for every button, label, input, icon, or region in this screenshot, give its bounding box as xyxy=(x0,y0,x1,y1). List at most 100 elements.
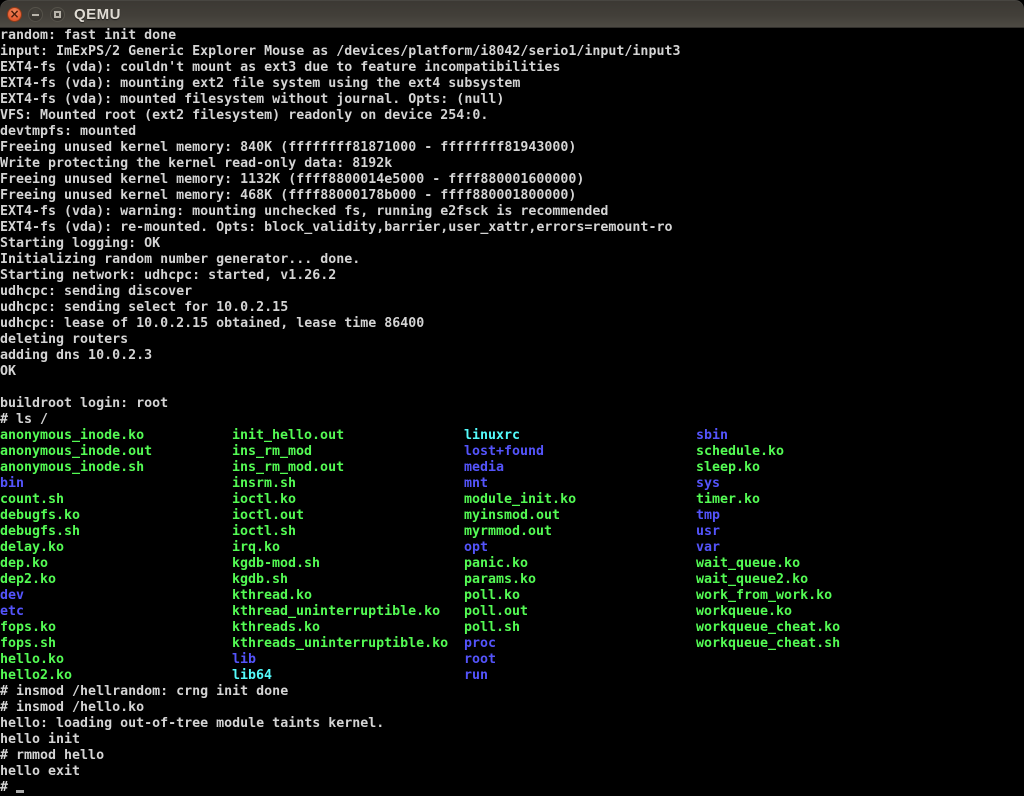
terminal-line: deleting routers xyxy=(0,332,1024,348)
file-entry: usr xyxy=(696,524,928,540)
file-entry: ins_rm_mod xyxy=(232,444,464,460)
file-entry: sys xyxy=(696,476,928,492)
file-entry: init_hello.out xyxy=(232,428,464,444)
terminal-line: delay.koirq.kooptvar xyxy=(0,540,1024,556)
terminal-line: debugfs.koioctl.outmyinsmod.outtmp xyxy=(0,508,1024,524)
file-entry: panic.ko xyxy=(464,556,696,572)
terminal-line: udhcpc: lease of 10.0.2.15 obtained, lea… xyxy=(0,316,1024,332)
terminal-line: etckthread_uninterruptible.kopoll.outwor… xyxy=(0,604,1024,620)
window-title: QEMU xyxy=(74,0,121,28)
close-button[interactable]: × xyxy=(7,7,22,22)
file-entry: wait_queue2.ko xyxy=(696,572,928,588)
terminal-line: Freeing unused kernel memory: 1132K (fff… xyxy=(0,172,1024,188)
terminal-line: # xyxy=(0,780,1024,796)
file-entry: insrm.sh xyxy=(232,476,464,492)
terminal-line: bininsrm.shmntsys xyxy=(0,476,1024,492)
file-entry: linuxrc xyxy=(464,428,696,444)
file-entry: etc xyxy=(0,604,232,620)
file-entry: hello.ko xyxy=(0,652,232,668)
file-entry: myinsmod.out xyxy=(464,508,696,524)
file-entry: tmp xyxy=(696,508,928,524)
terminal-line: Starting logging: OK xyxy=(0,236,1024,252)
file-entry: kthreads_uninterruptible.ko xyxy=(232,636,464,652)
file-entry: anonymous_inode.sh xyxy=(0,460,232,476)
file-entry: debugfs.sh xyxy=(0,524,232,540)
file-entry: lost+found xyxy=(464,444,696,460)
file-entry: media xyxy=(464,460,696,476)
terminal-line: # rmmod hello xyxy=(0,748,1024,764)
minimize-button[interactable] xyxy=(28,7,43,22)
file-entry: timer.ko xyxy=(696,492,928,508)
close-icon: × xyxy=(9,8,19,21)
file-entry: ioctl.ko xyxy=(232,492,464,508)
file-entry: poll.out xyxy=(464,604,696,620)
terminal-line: # insmod /hello.ko xyxy=(0,700,1024,716)
file-entry: kthread_uninterruptible.ko xyxy=(232,604,464,620)
file-entry: var xyxy=(696,540,928,556)
file-entry: mnt xyxy=(464,476,696,492)
file-entry: dev xyxy=(0,588,232,604)
file-entry: fops.sh xyxy=(0,636,232,652)
file-entry: work_from_work.ko xyxy=(696,588,928,604)
terminal-line: debugfs.shioctl.shmyrmmod.outusr xyxy=(0,524,1024,540)
terminal-line: adding dns 10.0.2.3 xyxy=(0,348,1024,364)
file-entry: poll.sh xyxy=(464,620,696,636)
terminal-line: EXT4-fs (vda): warning: mounting uncheck… xyxy=(0,204,1024,220)
terminal-line: Starting network: udhcpc: started, v1.26… xyxy=(0,268,1024,284)
minimize-icon xyxy=(32,14,39,16)
terminal-line: dep2.kokgdb.shparams.kowait_queue2.ko xyxy=(0,572,1024,588)
file-entry: opt xyxy=(464,540,696,556)
file-entry: dep.ko xyxy=(0,556,232,572)
file-entry: ioctl.out xyxy=(232,508,464,524)
maximize-button[interactable] xyxy=(50,7,65,22)
terminal-line: devtmpfs: mounted xyxy=(0,124,1024,140)
terminal-line: buildroot login: root xyxy=(0,396,1024,412)
terminal-line: random: fast init done xyxy=(0,28,1024,44)
file-entry: proc xyxy=(464,636,696,652)
terminal-line: hello init xyxy=(0,732,1024,748)
terminal-line: EXT4-fs (vda): mounting ext2 file system… xyxy=(0,76,1024,92)
terminal-line: fops.kokthreads.kopoll.shworkqueue_cheat… xyxy=(0,620,1024,636)
file-entry: module_init.ko xyxy=(464,492,696,508)
file-entry: delay.ko xyxy=(0,540,232,556)
file-entry: sleep.ko xyxy=(696,460,928,476)
terminal-line: hello: loading out-of-tree module taints… xyxy=(0,716,1024,732)
terminal-line: EXT4-fs (vda): couldn't mount as ext3 du… xyxy=(0,60,1024,76)
terminal-line: udhcpc: sending discover xyxy=(0,284,1024,300)
terminal-line: OK xyxy=(0,364,1024,380)
terminal-line: Freeing unused kernel memory: 840K (ffff… xyxy=(0,140,1024,156)
file-entry: ioctl.sh xyxy=(232,524,464,540)
shell-prompt: # xyxy=(0,780,16,795)
file-entry: workqueue_cheat.sh xyxy=(696,636,928,652)
file-entry: sbin xyxy=(696,428,928,444)
file-entry: poll.ko xyxy=(464,588,696,604)
terminal-line: # insmod /hellrandom: crng init done xyxy=(0,684,1024,700)
terminal-line: Write protecting the kernel read-only da… xyxy=(0,156,1024,172)
file-entry: root xyxy=(464,652,696,668)
file-entry: kgdb.sh xyxy=(232,572,464,588)
terminal-line: hello2.kolib64run xyxy=(0,668,1024,684)
file-entry: anonymous_inode.out xyxy=(0,444,232,460)
terminal-screen[interactable]: random: fast init doneinput: ImExPS/2 Ge… xyxy=(0,28,1024,796)
file-entry: workqueue_cheat.ko xyxy=(696,620,928,636)
file-entry: params.ko xyxy=(464,572,696,588)
terminal-line: hello exit xyxy=(0,764,1024,780)
file-entry: anonymous_inode.ko xyxy=(0,428,232,444)
terminal-cursor xyxy=(16,780,24,796)
terminal-line: Freeing unused kernel memory: 468K (ffff… xyxy=(0,188,1024,204)
file-entry: myrmmod.out xyxy=(464,524,696,540)
terminal-line: anonymous_inode.shins_rm_mod.outmediasle… xyxy=(0,460,1024,476)
file-entry: schedule.ko xyxy=(696,444,928,460)
file-entry: debugfs.ko xyxy=(0,508,232,524)
terminal-line: EXT4-fs (vda): mounted filesystem withou… xyxy=(0,92,1024,108)
file-entry: dep2.ko xyxy=(0,572,232,588)
terminal-line: anonymous_inode.koinit_hello.outlinuxrcs… xyxy=(0,428,1024,444)
terminal-line xyxy=(0,380,1024,396)
terminal-line: hello.kolibroot xyxy=(0,652,1024,668)
window-titlebar[interactable]: × QEMU xyxy=(0,0,1024,28)
file-entry: bin xyxy=(0,476,232,492)
file-entry: lib xyxy=(232,652,464,668)
file-entry: wait_queue.ko xyxy=(696,556,928,572)
qemu-window: × QEMU random: fast init doneinput: ImEx… xyxy=(0,0,1024,796)
terminal-line: # ls / xyxy=(0,412,1024,428)
